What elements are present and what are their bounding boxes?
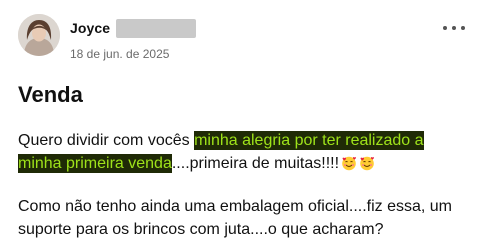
more-options-icon [443,26,447,30]
smiling-face-with-hearts-emoji-icon [360,156,375,171]
smiling-face-with-hearts-emoji-icon [342,156,357,171]
more-options-button[interactable] [443,22,465,34]
post-title: Venda [18,82,83,107]
post-paragraph-2: Como não tenho ainda uma embalagem ofici… [18,198,453,238]
paragraph-1-text: Quero dividir com vocês [18,132,195,149]
author-name[interactable]: Joyce [70,20,110,36]
avatar[interactable] [18,14,60,56]
post-date: 18 de jun. de 2025 [70,47,170,61]
highlighted-text-line-2: minha primeira venda [18,154,172,173]
post-card: Joyce 18 de jun. de 2025 Venda Quero div… [0,0,479,244]
author-row: Joyce [70,16,197,40]
avatar-photo-icon [18,14,60,56]
post-paragraph-1: Quero dividir com vocês minha alegria po… [18,129,468,175]
highlighted-text-line-1: minha alegria por ter realizado a [194,131,424,150]
paragraph-1-text-end: ....primeira de muitas!!!! [171,155,340,172]
redacted-surname-block [116,18,197,38]
